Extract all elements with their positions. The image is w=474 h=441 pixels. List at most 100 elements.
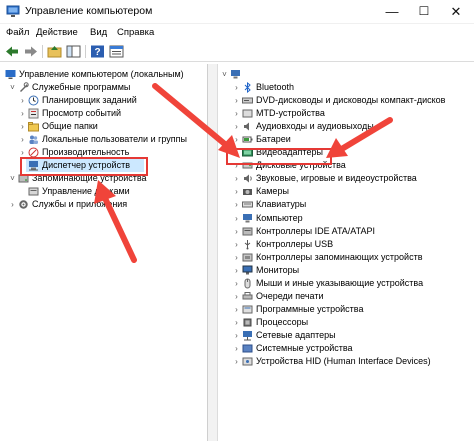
chevron-down-icon[interactable]: ˅ bbox=[8, 173, 17, 184]
chevron-right-icon[interactable]: › bbox=[232, 226, 241, 237]
chevron-right-icon[interactable]: › bbox=[232, 304, 241, 315]
properties-icon[interactable] bbox=[108, 44, 125, 59]
chevron-right-icon[interactable]: › bbox=[232, 278, 241, 289]
tree-item-system-tools[interactable]: ˅ Служебные программы bbox=[8, 81, 207, 94]
tree-item-shared-folders[interactable]: › Общие папки bbox=[18, 120, 207, 133]
device-category-row[interactable]: › DVD-дисководы и дисководы компакт-диско… bbox=[232, 94, 470, 107]
menu-view[interactable]: Вид bbox=[90, 27, 107, 38]
device-category-label: Батареи bbox=[256, 134, 291, 145]
chevron-down-icon[interactable]: ˅ bbox=[8, 82, 17, 93]
close-button[interactable]: ✕ bbox=[440, 0, 472, 24]
monitor-icon bbox=[242, 265, 253, 275]
chevron-right-icon[interactable]: › bbox=[232, 265, 241, 276]
tree-item-services-apps[interactable]: › Службы и приложения bbox=[8, 198, 207, 211]
chevron-right-icon[interactable]: › bbox=[18, 95, 27, 106]
device-category-row[interactable]: › Сетевые адаптеры bbox=[232, 329, 470, 342]
menu-help[interactable]: Справка bbox=[117, 27, 154, 38]
pane-splitter[interactable] bbox=[208, 64, 218, 441]
device-category-row[interactable]: › Звуковые, игровые и видеоустройства bbox=[232, 172, 470, 185]
toolbar-separator bbox=[42, 45, 43, 58]
chevron-right-icon[interactable]: › bbox=[232, 330, 241, 341]
device-category-label: Очереди печати bbox=[256, 290, 324, 301]
keyboard-icon bbox=[242, 201, 253, 208]
left-navigation-pane: Управление компьютером (локальным) ˅ Слу… bbox=[0, 64, 208, 441]
window-title: Управление компьютером bbox=[25, 5, 153, 17]
chevron-right-icon[interactable]: › bbox=[232, 356, 241, 367]
chevron-down-icon[interactable]: ˅ bbox=[220, 69, 229, 80]
software-device-icon bbox=[242, 305, 253, 314]
chevron-right-icon[interactable]: › bbox=[232, 95, 241, 106]
device-category-row[interactable]: › Мыши и иные указывающие устройства bbox=[232, 277, 470, 290]
chevron-right-icon[interactable]: › bbox=[232, 213, 241, 224]
chevron-right-icon[interactable]: › bbox=[232, 121, 241, 132]
battery-icon bbox=[242, 136, 253, 143]
chevron-right-icon[interactable]: › bbox=[232, 317, 241, 328]
chevron-right-icon[interactable]: › bbox=[18, 121, 27, 132]
tree-item-local-users[interactable]: › Локальные пользователи и группы bbox=[18, 133, 207, 146]
up-folder-icon[interactable] bbox=[46, 44, 63, 59]
chevron-right-icon[interactable]: › bbox=[232, 252, 241, 263]
device-category-label: Контроллеры запоминающих устройств bbox=[256, 251, 423, 262]
device-category-row[interactable]: › Очереди печати bbox=[232, 290, 470, 303]
device-category-row[interactable]: › Контроллеры USB bbox=[232, 238, 470, 251]
device-category-label: Клавиатуры bbox=[256, 199, 307, 210]
device-category-row[interactable]: › Системные устройства bbox=[232, 342, 470, 355]
back-arrow-icon[interactable] bbox=[4, 44, 21, 59]
clock-icon bbox=[28, 95, 39, 106]
device-category-row[interactable]: › Программные устройства bbox=[232, 303, 470, 316]
device-list-pane: ˅ › Bluetooth › DVD-дисководы и дисководы к… bbox=[218, 64, 474, 441]
tree-item-disk-management[interactable]: Управление дисками bbox=[26, 185, 207, 198]
device-category-row[interactable]: › Контроллеры IDE ATA/ATAPI bbox=[232, 225, 470, 238]
device-category-row[interactable]: › Мониторы bbox=[232, 264, 470, 277]
device-category-row[interactable]: › Аудиовходы и аудиовыходы bbox=[232, 120, 470, 133]
tree-item-event-viewer[interactable]: › Просмотр событий bbox=[18, 107, 207, 120]
device-category-row[interactable]: › MTD-устройства bbox=[232, 107, 470, 120]
tree-root-computer-management[interactable]: Управление компьютером (локальным) bbox=[3, 68, 207, 81]
chevron-right-icon[interactable]: › bbox=[232, 199, 241, 210]
device-category-row[interactable]: › Камеры bbox=[232, 185, 470, 198]
device-category-label: Системные устройства bbox=[256, 343, 353, 353]
chevron-right-icon[interactable]: › bbox=[8, 199, 17, 210]
event-viewer-icon bbox=[28, 108, 39, 119]
services-icon bbox=[19, 200, 28, 209]
camera-icon bbox=[243, 189, 252, 196]
device-category-label: Bluetooth bbox=[256, 82, 295, 92]
menu-action[interactable]: Действие bbox=[36, 27, 78, 38]
device-category-row[interactable]: › Bluetooth bbox=[232, 81, 470, 94]
device-category-row[interactable]: › Батареи bbox=[232, 133, 470, 146]
minimize-button[interactable]: — bbox=[376, 0, 408, 24]
chevron-right-icon[interactable]: › bbox=[232, 82, 241, 93]
chevron-right-icon[interactable]: › bbox=[232, 108, 241, 119]
tree-item-task-scheduler[interactable]: › Планировщик заданий bbox=[18, 94, 207, 107]
forward-arrow-icon[interactable] bbox=[22, 44, 39, 59]
device-category-row[interactable]: › Контроллеры запоминающих устройств bbox=[232, 251, 470, 264]
device-category-label: Компьютер bbox=[256, 212, 303, 223]
toolbar: ? bbox=[0, 42, 474, 62]
mouse-icon bbox=[244, 278, 251, 289]
chevron-right-icon[interactable]: › bbox=[232, 343, 241, 354]
help-icon[interactable]: ? bbox=[89, 44, 106, 59]
device-category-label: Программные устройства bbox=[256, 303, 364, 314]
chevron-right-icon[interactable]: › bbox=[232, 291, 241, 302]
toolbar-separator bbox=[85, 45, 86, 58]
maximize-button[interactable]: ☐ bbox=[408, 0, 440, 24]
device-category-row[interactable]: › Компьютер bbox=[232, 212, 470, 225]
hid-icon bbox=[242, 357, 253, 366]
chevron-right-icon[interactable]: › bbox=[18, 134, 27, 145]
device-category-row[interactable]: › Процессоры bbox=[232, 316, 470, 329]
menu-file[interactable]: Файл bbox=[6, 27, 29, 38]
chevron-right-icon[interactable]: › bbox=[18, 108, 27, 119]
chevron-right-icon[interactable]: › bbox=[232, 186, 241, 197]
chevron-right-icon[interactable]: › bbox=[232, 134, 241, 145]
ide-icon bbox=[242, 227, 253, 236]
device-tree-root[interactable]: ˅ bbox=[220, 68, 470, 81]
device-category-label: MTD-устройства bbox=[256, 108, 325, 119]
show-tree-icon[interactable] bbox=[65, 44, 82, 59]
device-category-row[interactable]: › Устройства HID (Human Interface Devices… bbox=[232, 355, 470, 368]
sound-icon bbox=[244, 174, 252, 183]
computer-management-icon bbox=[5, 70, 16, 79]
chevron-right-icon[interactable]: › bbox=[232, 239, 241, 250]
shared-folder-icon bbox=[28, 122, 39, 132]
device-category-row[interactable]: › Клавиатуры bbox=[232, 198, 470, 211]
chevron-right-icon[interactable]: › bbox=[232, 173, 241, 184]
